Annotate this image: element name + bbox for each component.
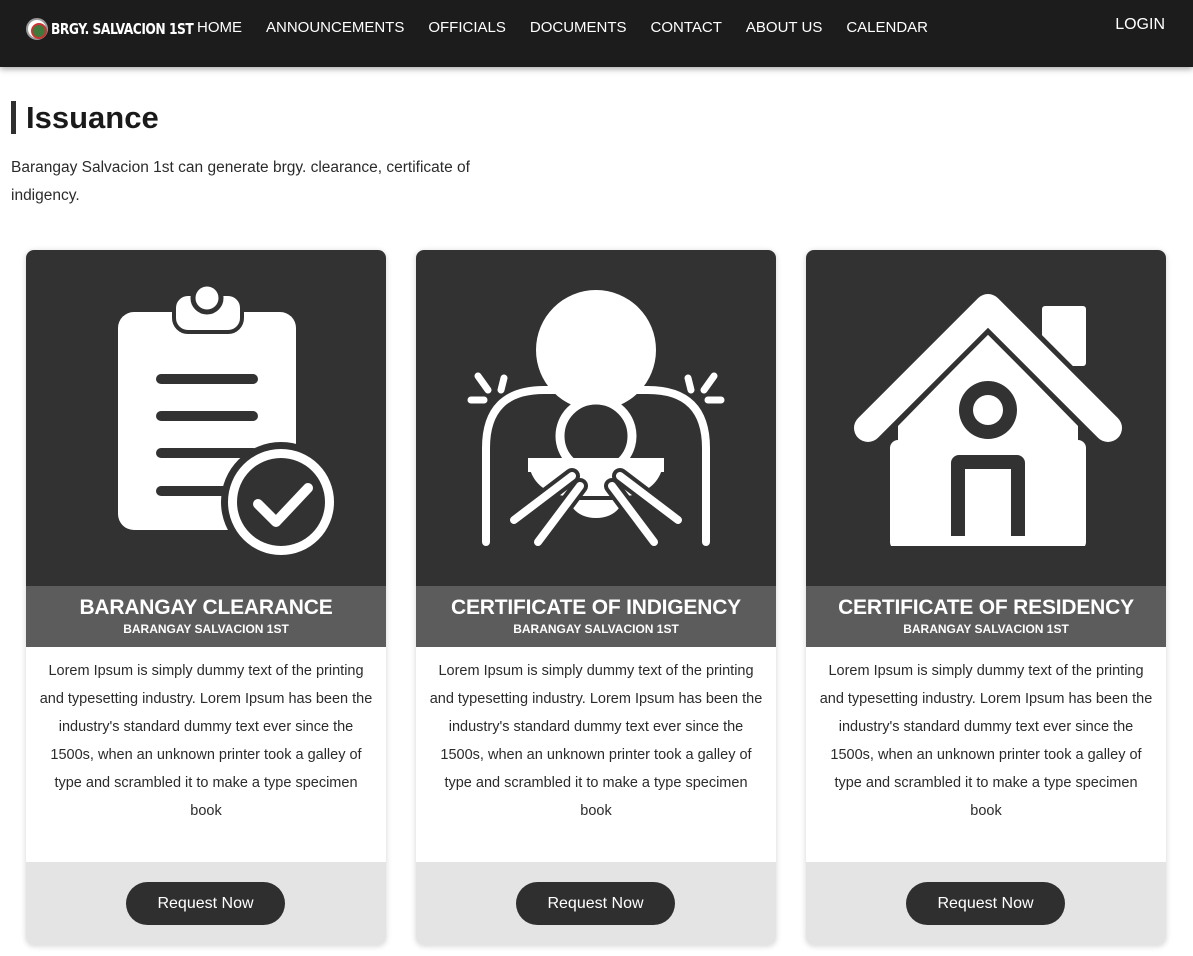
nav-home-link[interactable]: HOME <box>197 19 242 36</box>
card-header: CERTIFICATE OF INDIGENCY BARANGAY SALVAC… <box>416 586 776 647</box>
clipboard-check-icon <box>118 281 341 562</box>
login-link[interactable]: LOGIN <box>1115 16 1165 34</box>
card-image <box>26 250 386 586</box>
card-subtitle: BARANGAY SALVACION 1ST <box>123 622 289 636</box>
request-now-button[interactable]: Request Now <box>126 882 285 925</box>
nav-officials-link[interactable]: OFFICIALS <box>428 19 506 36</box>
brand-logo[interactable]: BRGY. SALVACION 1ST <box>26 16 225 42</box>
card-description: Lorem Ipsum is simply dummy text of the … <box>819 663 1153 819</box>
card-subtitle: BARANGAY SALVACION 1ST <box>903 622 1069 636</box>
main-nav: HOME ANNOUNCEMENTS OFFICIALS DOCUMENTS C… <box>197 19 952 36</box>
service-card-certificate-of-indigency: CERTIFICATE OF INDIGENCY BARANGAY SALVAC… <box>416 250 776 945</box>
nav-contact-link[interactable]: CONTACT <box>651 19 722 36</box>
service-card-barangay-clearance: BARANGAY CLEARANCE BARANGAY SALVACION 1S… <box>26 250 386 945</box>
house-icon <box>849 289 1127 556</box>
card-header: BARANGAY CLEARANCE BARANGAY SALVACION 1S… <box>26 586 386 647</box>
service-card-certificate-of-residency: CERTIFICATE OF RESIDENCY BARANGAY SALVAC… <box>806 250 1166 945</box>
nav-documents-link[interactable]: DOCUMENTS <box>530 19 627 36</box>
card-title: CERTIFICATE OF INDIGENCY <box>451 596 741 619</box>
page-description: Barangay Salvacion 1st can generate brgy… <box>11 159 470 204</box>
nav-about-us-link[interactable]: ABOUT US <box>746 19 822 36</box>
card-image <box>416 250 776 586</box>
navbar: BRGY. SALVACION 1ST HOME ANNOUNCEMENTS O… <box>0 0 1193 67</box>
brand-name: BRGY. SALVACION 1ST <box>51 20 194 38</box>
request-now-button[interactable]: Request Now <box>906 882 1065 925</box>
barangay-seal-icon <box>26 18 48 40</box>
card-footer: Request Now <box>806 862 1166 945</box>
card-footer: Request Now <box>26 862 386 945</box>
card-description: Lorem Ipsum is simply dummy text of the … <box>429 663 763 819</box>
card-image <box>806 250 1166 586</box>
page-title: Issuance <box>11 101 159 134</box>
card-title: CERTIFICATE OF RESIDENCY <box>838 596 1134 619</box>
card-footer: Request Now <box>416 862 776 945</box>
nav-announcements-link[interactable]: ANNOUNCEMENTS <box>266 19 404 36</box>
person-begging-bowl-icon <box>467 290 725 550</box>
card-title: BARANGAY CLEARANCE <box>79 596 333 619</box>
request-now-button[interactable]: Request Now <box>516 882 675 925</box>
card-description: Lorem Ipsum is simply dummy text of the … <box>39 663 373 819</box>
card-subtitle: BARANGAY SALVACION 1ST <box>513 622 679 636</box>
card-header: CERTIFICATE OF RESIDENCY BARANGAY SALVAC… <box>806 586 1166 647</box>
nav-calendar-link[interactable]: CALENDAR <box>846 19 928 36</box>
